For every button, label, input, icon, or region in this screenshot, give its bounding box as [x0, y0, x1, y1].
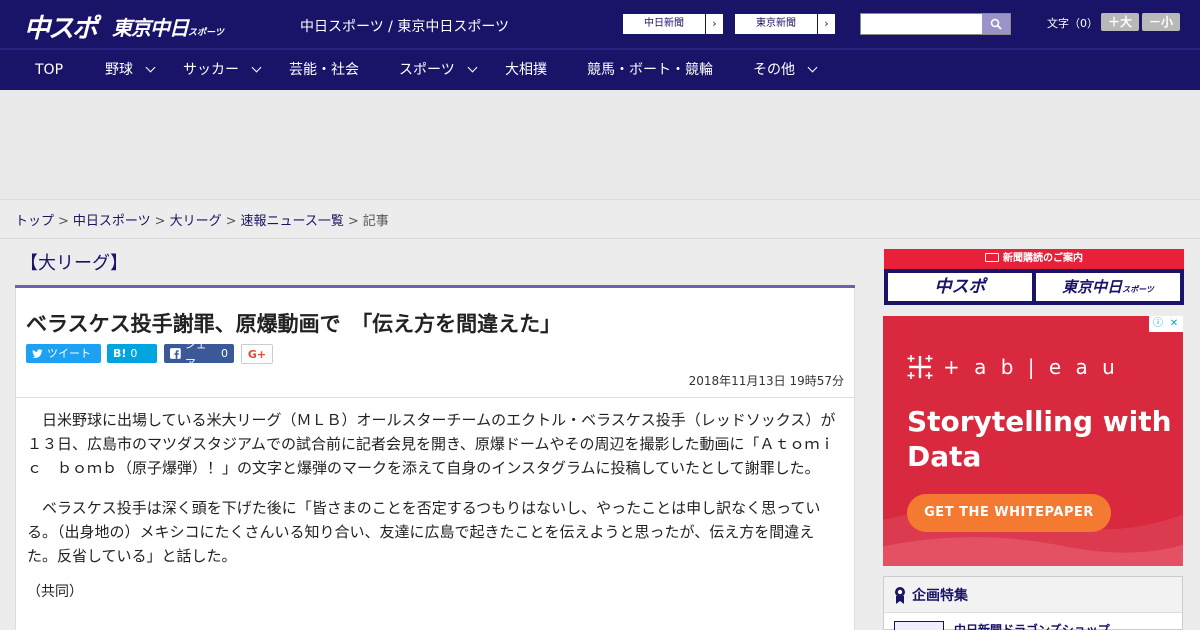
- twitter-bird-icon: [32, 348, 43, 358]
- search-button[interactable]: [982, 14, 1010, 34]
- hatena-count: 0: [130, 347, 138, 360]
- hatena-bookmark-button[interactable]: B! 0: [107, 344, 157, 363]
- nav-item-sports[interactable]: スポーツ: [399, 50, 478, 90]
- chevron-down-icon: [807, 62, 818, 73]
- subscribe-tokyo-chunichi-button[interactable]: 東京中日スポーツ: [1036, 273, 1180, 301]
- main-nav: TOP 野球 サッカー 芸能・社会 スポーツ 大相撲 競馬・ボート・競輪 その他: [0, 48, 1200, 90]
- ad-headline: Storytelling with Data: [907, 405, 1172, 473]
- search-box: [860, 13, 1011, 35]
- facebook-share-count: 0: [221, 347, 228, 360]
- nav-item-other[interactable]: その他: [753, 50, 818, 90]
- article-category: 【大リーグ】: [20, 253, 128, 274]
- search-icon: [990, 18, 1002, 30]
- search-input[interactable]: [861, 14, 982, 34]
- breadcrumb-separator: >: [347, 214, 359, 229]
- top-ad-slot: [0, 90, 1200, 200]
- close-icon[interactable]: ✕: [1167, 317, 1181, 331]
- breadcrumb-separator: >: [154, 214, 166, 229]
- chunichi-shimbun-label: 中日新聞: [644, 18, 684, 29]
- nav-item-sumo[interactable]: 大相撲: [505, 50, 547, 90]
- breadcrumb: トップ > 中日スポーツ > 大リーグ > 速報ニュース一覧 > 記事: [0, 200, 1200, 239]
- feature-thumbnail: [894, 621, 944, 630]
- subscribe-chuspo-button[interactable]: 中スポ: [888, 273, 1032, 301]
- nav-item-top[interactable]: TOP: [35, 50, 63, 90]
- nav-item-baseball[interactable]: 野球: [105, 50, 156, 90]
- subscribe-tokyo-text: 東京中日: [1062, 278, 1123, 296]
- article-body: 日米野球に出場している米大リーグ（ＭＬＢ）オールスターチームのエクトル・ベラスケ…: [15, 398, 855, 630]
- google-plus-button[interactable]: G+: [241, 344, 273, 364]
- facebook-icon: [170, 348, 181, 359]
- subscription-title: 新聞購読のご案内: [884, 249, 1184, 269]
- breadcrumb-current: 記事: [362, 214, 389, 229]
- chevron-down-icon: [251, 62, 262, 73]
- facebook-share-label: シェア: [184, 337, 207, 370]
- article-timestamp: 2018年11月13日 19時57分: [688, 374, 844, 388]
- breadcrumb-separator: >: [58, 214, 69, 229]
- feature-title: 企画特集: [912, 587, 968, 604]
- subscription-banner: 新聞購読のご案内 中スポ 東京中日スポーツ: [884, 249, 1184, 305]
- nav-item-entertainment[interactable]: 芸能・社会: [289, 50, 359, 90]
- breadcrumb-news-list[interactable]: 速報ニュース一覧: [241, 214, 344, 229]
- feature-box: 企画特集 中日新聞ドラゴンズショップ: [883, 576, 1183, 630]
- chevron-right-icon: ›: [705, 14, 723, 34]
- chevron-right-icon: ›: [817, 14, 835, 34]
- tokyo-logo-small: スポーツ: [188, 28, 224, 38]
- hatena-icon: B!: [113, 347, 127, 360]
- ribbon-icon: [895, 586, 905, 604]
- feature-header: 企画特集: [884, 577, 1182, 613]
- subscription-title-text: 新聞購読のご案内: [1003, 253, 1083, 264]
- feature-item[interactable]: 中日新聞ドラゴンズショップ: [894, 621, 1110, 630]
- tokyo-shimbun-link[interactable]: 東京新聞 ›: [734, 13, 836, 35]
- article-credit: （共同）: [27, 584, 83, 600]
- info-icon[interactable]: ⓘ: [1151, 317, 1165, 331]
- article-headline: ベラスケス投手謝罪、原爆動画で 「伝え方を間違えた」: [26, 312, 562, 336]
- tokyo-chunichi-logo[interactable]: 東京中日スポーツ: [112, 12, 224, 41]
- nav-item-label: サッカー: [183, 62, 239, 78]
- facebook-share-button[interactable]: シェア 0: [164, 338, 234, 370]
- google-plus-icon: G+: [247, 347, 267, 361]
- nav-item-label: TOP: [35, 62, 64, 78]
- chevron-down-icon: [467, 62, 478, 73]
- nav-item-soccer[interactable]: サッカー: [183, 50, 262, 90]
- chuspo-logo[interactable]: 中スポ: [24, 8, 98, 45]
- ad-brand: + a b | e a u: [905, 352, 1119, 382]
- nav-item-label: 大相撲: [505, 62, 547, 78]
- top-header: 中スポ 東京中日スポーツ 中日スポーツ / 東京中日スポーツ 中日新聞 › 東京…: [0, 0, 1200, 48]
- sidebar-ad[interactable]: + a b | e a u Storytelling with Data GET…: [883, 316, 1183, 566]
- site-title: 中日スポーツ / 東京中日スポーツ: [300, 19, 510, 35]
- tokyo-shimbun-label: 東京新聞: [756, 18, 796, 29]
- subscribe-tokyo-small: スポーツ: [1122, 285, 1154, 294]
- chunichi-shimbun-link[interactable]: 中日新聞 ›: [622, 13, 724, 35]
- nav-item-label: その他: [753, 62, 795, 78]
- newspaper-icon: [985, 253, 999, 262]
- tableau-logo-icon: [907, 355, 933, 379]
- font-size-label: 文字（0）: [1047, 17, 1098, 30]
- article-header: ベラスケス投手謝罪、原爆動画で 「伝え方を間違えた」 ツイート B! 0 シェア…: [15, 288, 855, 398]
- breadcrumb-top[interactable]: トップ: [15, 214, 54, 229]
- tokyo-logo-text: 東京中日: [112, 16, 189, 40]
- ad-brand-name: + a b | e a u: [943, 355, 1119, 379]
- nav-item-label: スポーツ: [399, 62, 455, 78]
- article-paragraph: ベラスケス投手は深く頭を下げた後に「皆さまのことを否定するつもりはないし、やった…: [27, 499, 821, 565]
- article-paragraph: 日米野球に出場している米大リーグ（ＭＬＢ）オールスターチームのエクトル・ベラスケ…: [27, 411, 836, 477]
- font-larger-button[interactable]: ＋大: [1101, 13, 1139, 31]
- chevron-down-icon: [145, 62, 156, 73]
- font-smaller-button[interactable]: －小: [1142, 13, 1180, 31]
- tweet-button[interactable]: ツイート: [26, 344, 101, 363]
- feature-item-title: 中日新聞ドラゴンズショップ: [954, 623, 1110, 630]
- nav-item-label: 野球: [105, 62, 133, 78]
- breadcrumb-separator: >: [225, 214, 237, 229]
- nav-item-label: 競馬・ボート・競輪: [587, 62, 713, 78]
- breadcrumb-chuspo[interactable]: 中日スポーツ: [73, 214, 151, 229]
- nav-item-racing[interactable]: 競馬・ボート・競輪: [587, 50, 713, 90]
- nav-item-label: 芸能・社会: [289, 62, 359, 78]
- ad-choices-badge[interactable]: ⓘ ✕: [1149, 316, 1183, 332]
- breadcrumb-mlb[interactable]: 大リーグ: [170, 214, 222, 229]
- tweet-label: ツイート: [47, 347, 91, 360]
- ad-cta-button[interactable]: GET THE WHITEPAPER: [907, 494, 1111, 532]
